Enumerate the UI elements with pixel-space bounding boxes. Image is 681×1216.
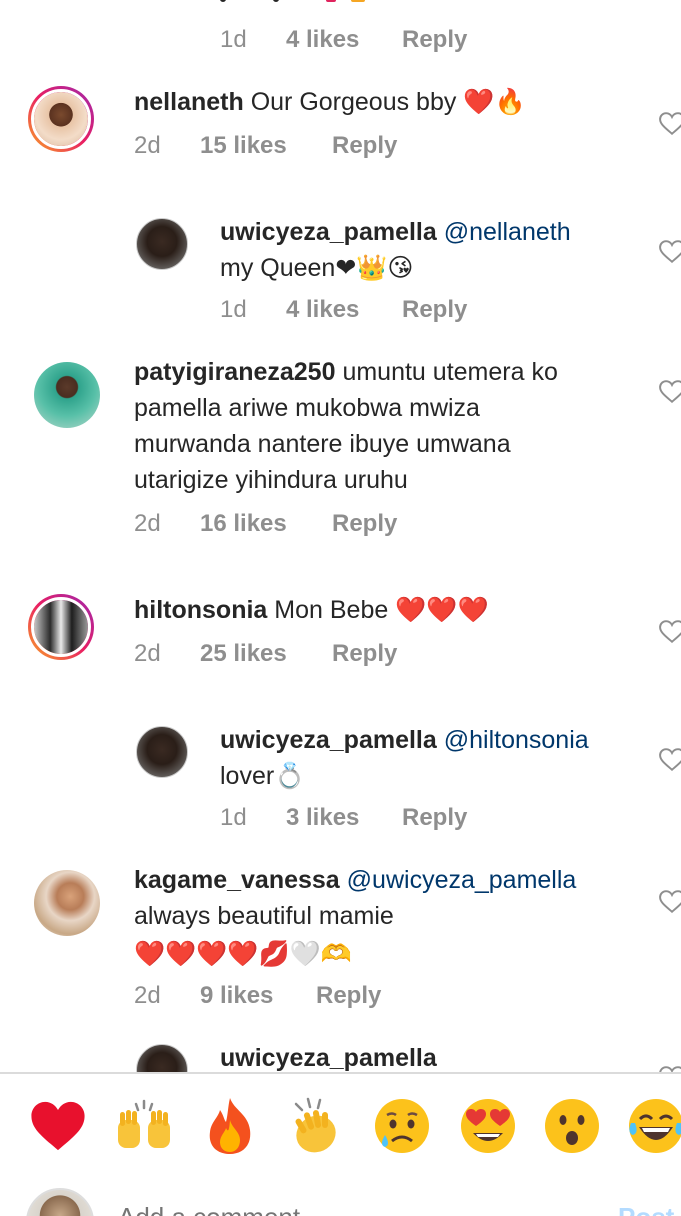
- avatar[interactable]: [136, 1044, 188, 1072]
- comment-likes[interactable]: 9 likes: [200, 982, 316, 1010]
- comment-meta: 1d 4 likes Reply: [220, 26, 467, 54]
- heart-icon[interactable]: [659, 890, 681, 914]
- comment-text: my Queen: [220, 254, 336, 282]
- mention-link[interactable]: @hiltonsonia: [444, 726, 589, 754]
- comment-text-line: utarigize yihindura uruhu: [134, 466, 408, 494]
- comment-likes[interactable]: 15 likes: [200, 132, 332, 160]
- reply-button[interactable]: Reply: [402, 804, 467, 832]
- reply-button[interactable]: Reply: [332, 132, 397, 160]
- raising-hands-icon: [118, 1099, 170, 1148]
- comment-likes[interactable]: 4 likes: [286, 26, 402, 54]
- mention-link[interactable]: @nellaneth: [444, 218, 571, 246]
- comment-text: lover: [220, 762, 275, 790]
- comment-time: 2d: [134, 982, 161, 1009]
- heart-icon[interactable]: [659, 748, 681, 772]
- comment-time: 1d: [220, 804, 247, 831]
- comment-time: 2d: [134, 132, 161, 159]
- comment-likes[interactable]: 3 likes: [286, 804, 402, 832]
- comment-text: always beautiful mamie: [134, 902, 394, 930]
- comment-meta: 2d 16 likes Reply: [134, 510, 397, 538]
- reply-button[interactable]: Reply: [332, 510, 397, 538]
- red-heart-reaction[interactable]: [28, 1096, 88, 1156]
- comment-time: 1d: [220, 26, 247, 53]
- heart-icon[interactable]: [659, 112, 681, 136]
- sad-face-icon: [375, 1099, 429, 1153]
- heart-icon[interactable]: [659, 240, 681, 264]
- surprised-face-icon: [545, 1099, 599, 1153]
- fire-reaction[interactable]: [200, 1096, 260, 1156]
- comment-time: 1d: [220, 296, 247, 323]
- reply-button[interactable]: Reply: [332, 640, 397, 668]
- comment-text: Our Gorgeous bby: [250, 88, 457, 116]
- comment-emoji: 💍: [274, 761, 306, 790]
- clapping-hands-icon: [294, 1097, 336, 1153]
- avatar[interactable]: [28, 86, 94, 152]
- reply-button[interactable]: Reply: [402, 296, 467, 324]
- add-comment-input[interactable]: [118, 1202, 598, 1216]
- comment-meta: 2d 25 likes Reply: [134, 640, 397, 668]
- reply-button[interactable]: Reply: [316, 982, 381, 1010]
- comment-username[interactable]: uwicyeza_pamella: [220, 1044, 437, 1072]
- avatar[interactable]: [136, 726, 188, 778]
- avatar[interactable]: [28, 594, 94, 660]
- comment-time: 2d: [134, 640, 161, 667]
- my-avatar: [26, 1188, 94, 1216]
- comment-likes[interactable]: 25 likes: [200, 640, 332, 668]
- heart-eyes-reaction[interactable]: [458, 1096, 518, 1156]
- red-heart-icon: [31, 1101, 85, 1151]
- comment-emoji: ❤️🔥: [463, 87, 526, 116]
- heart-icon[interactable]: [659, 620, 681, 644]
- comment-meta: 1d 3 likes Reply: [220, 804, 467, 832]
- comment-text-line: pamella ariwe mukobwa mwiza: [134, 394, 480, 422]
- post-button[interactable]: Post: [618, 1202, 674, 1216]
- comment-text-line: murwanda nantere ibuye umwana: [134, 430, 511, 458]
- raising-hands-reaction[interactable]: [114, 1096, 174, 1156]
- comment-meta: 2d 15 likes Reply: [134, 132, 397, 160]
- comment-emoji: ❤👑😘: [335, 253, 414, 282]
- avatar[interactable]: [136, 218, 188, 270]
- comment-username[interactable]: nellaneth: [134, 88, 244, 116]
- fire-icon: [209, 1098, 251, 1154]
- sad-face-reaction[interactable]: [372, 1096, 432, 1156]
- comment-list: 1d 4 likes Reply nellaneth Our Gorgeous …: [0, 0, 681, 1072]
- avatar[interactable]: [34, 870, 100, 936]
- comment-likes[interactable]: 4 likes: [286, 296, 402, 324]
- comment-meta: 2d 9 likes Reply: [134, 982, 381, 1010]
- clapping-hands-reaction[interactable]: [286, 1096, 346, 1156]
- comment-username[interactable]: uwicyeza_pamella: [220, 726, 437, 754]
- laughing-tears-icon: [629, 1099, 681, 1153]
- comment-composer: Post: [0, 1176, 681, 1216]
- comment-likes[interactable]: 16 likes: [200, 510, 332, 538]
- comment-emoji: ❤️❤️❤️: [395, 595, 489, 624]
- comment-time: 2d: [134, 510, 161, 537]
- surprised-face-reaction[interactable]: [542, 1096, 602, 1156]
- comment-username[interactable]: kagame_vanessa: [134, 866, 340, 894]
- mention-link[interactable]: @uwicyeza_pamella: [347, 866, 577, 894]
- comment-text: Mon Bebe: [274, 596, 389, 624]
- heart-eyes-icon: [461, 1099, 515, 1153]
- comment-username[interactable]: hiltonsonia: [134, 596, 267, 624]
- laughing-tears-reaction[interactable]: [626, 1096, 681, 1156]
- partial-text-cut: [220, 0, 365, 12]
- emoji-reaction-bar: [0, 1074, 681, 1174]
- comment-meta: 1d 4 likes Reply: [220, 296, 467, 324]
- comment-username[interactable]: patyigiraneza250: [134, 358, 336, 386]
- comment-text-line: umuntu utemera ko: [342, 358, 558, 386]
- comment-emoji: ❤️❤️❤️❤️💋🤍🫶: [134, 939, 352, 968]
- avatar[interactable]: [34, 362, 100, 428]
- comment-username[interactable]: uwicyeza_pamella: [220, 218, 437, 246]
- reply-button[interactable]: Reply: [402, 26, 467, 54]
- heart-icon[interactable]: [659, 380, 681, 404]
